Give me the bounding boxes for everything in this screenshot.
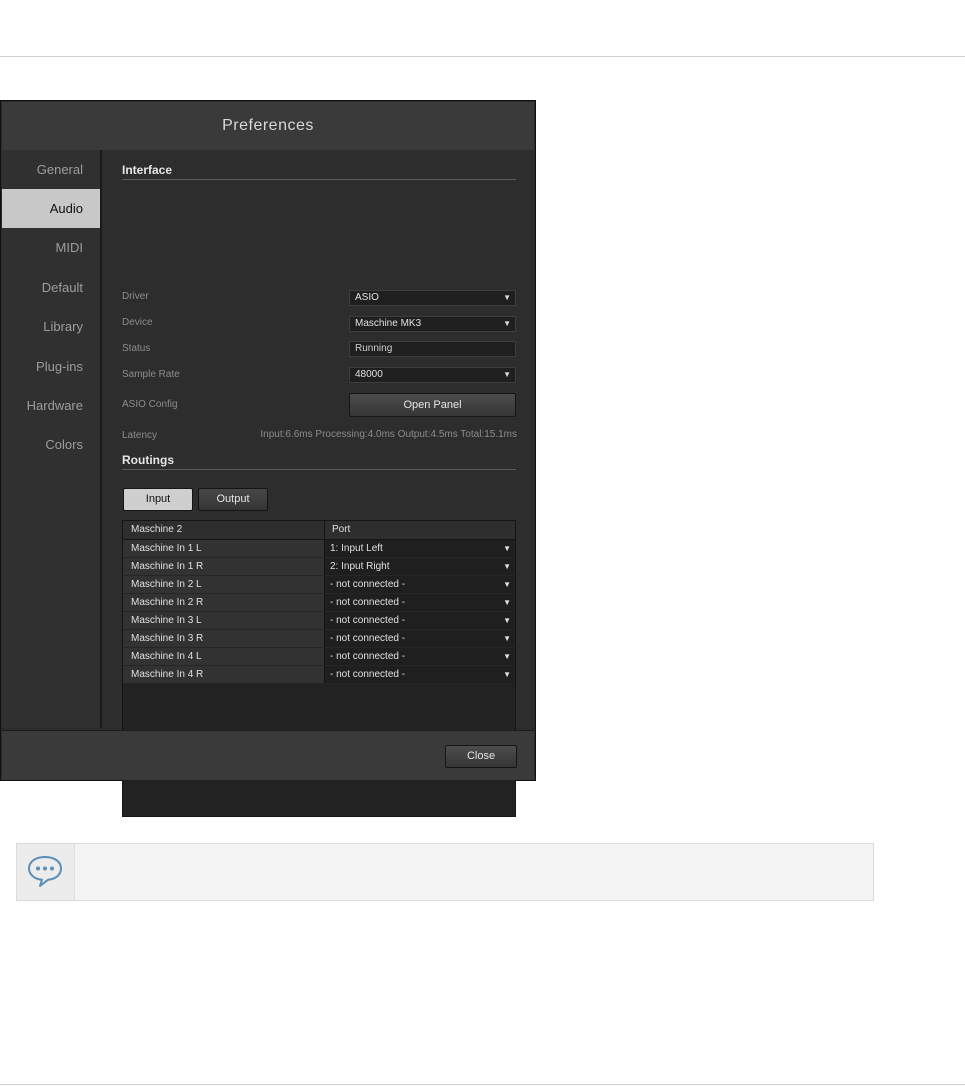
top-divider [0, 56, 965, 57]
port-value: - not connected - [330, 579, 406, 590]
dialog-footer: Close [2, 730, 534, 780]
close-button[interactable]: Close [445, 745, 517, 768]
port-value: - not connected - [330, 597, 406, 608]
chevron-down-icon: ▼ [503, 670, 511, 679]
chevron-down-icon: ▼ [503, 616, 511, 625]
sample-rate-label: Sample Rate [122, 369, 180, 380]
sidebar-item-midi[interactable]: MIDI [2, 228, 100, 267]
port-value: - not connected - [330, 633, 406, 644]
column-header-port: Port [332, 524, 351, 535]
channel-name: Maschine In 2 L [131, 579, 202, 590]
sample-rate-select[interactable]: 48000 ▼ [349, 367, 516, 383]
port-value: 2: Input Right [330, 561, 390, 572]
port-value: 1: Input Left [330, 543, 383, 554]
device-value: Maschine MK3 [355, 318, 422, 329]
chevron-down-icon: ▼ [503, 293, 511, 302]
asio-config-label: ASIO Config [122, 399, 178, 410]
table-row: Maschine In 1 L 1: Input Left ▼ [123, 540, 515, 558]
dialog-title: Preferences [222, 117, 314, 134]
table-row: Maschine In 2 R - not connected - ▼ [123, 594, 515, 612]
port-select[interactable]: 2: Input Right ▼ [324, 558, 515, 575]
sidebar-item-general[interactable]: General [2, 150, 100, 189]
port-select[interactable]: 1: Input Left ▼ [324, 540, 515, 557]
status-field: Running [349, 341, 516, 357]
port-value: - not connected - [330, 615, 406, 626]
preferences-sidebar: General Audio MIDI Default Library Plug-… [2, 150, 102, 728]
sample-rate-value: 48000 [355, 369, 383, 380]
chevron-down-icon: ▼ [503, 544, 511, 553]
port-select[interactable]: - not connected - ▼ [324, 666, 515, 683]
sidebar-item-default[interactable]: Default [2, 268, 100, 307]
device-label: Device [122, 317, 153, 328]
sidebar-item-library[interactable]: Library [2, 307, 100, 346]
latency-value: Input:6.6ms Processing:4.0ms Output:4.5m… [260, 429, 517, 440]
port-select[interactable]: - not connected - ▼ [324, 612, 515, 629]
tab-output[interactable]: Output [198, 488, 268, 511]
note-box [16, 843, 874, 901]
port-value: - not connected - [330, 651, 406, 662]
port-select[interactable]: - not connected - ▼ [324, 594, 515, 611]
open-panel-button[interactable]: Open Panel [349, 393, 516, 417]
table-row: Maschine In 2 L - not connected - ▼ [123, 576, 515, 594]
channel-name: Maschine In 1 L [131, 543, 202, 554]
column-divider [324, 521, 325, 539]
speech-bubble-icon [28, 856, 62, 887]
table-row: Maschine In 4 L - not connected - ▼ [123, 648, 515, 666]
audio-settings-panel: Interface Driver ASIO ▼ Device Maschine … [102, 150, 535, 817]
chevron-down-icon: ▼ [503, 598, 511, 607]
routings-heading: Routings [122, 453, 516, 470]
routing-table-header: Maschine 2 Port [123, 521, 515, 540]
table-row: Maschine In 3 R - not connected - ▼ [123, 630, 515, 648]
port-value: - not connected - [330, 669, 406, 680]
latency-label: Latency [122, 430, 158, 441]
channel-name: Maschine In 4 L [131, 651, 202, 662]
chevron-down-icon: ▼ [503, 580, 511, 589]
preferences-dialog: Preferences General Audio MIDI Default L… [0, 100, 536, 817]
channel-name: Maschine In 3 L [131, 615, 202, 626]
table-row: Maschine In 1 R 2: Input Right ▼ [123, 558, 515, 576]
chevron-down-icon: ▼ [503, 652, 511, 661]
note-icon-container [17, 844, 75, 900]
chevron-down-icon: ▼ [503, 319, 511, 328]
tab-input[interactable]: Input [123, 488, 193, 511]
driver-value: ASIO [355, 292, 379, 303]
chevron-down-icon: ▼ [503, 562, 511, 571]
channel-name: Maschine In 4 R [131, 669, 204, 680]
driver-label: Driver [122, 291, 149, 302]
sidebar-item-audio[interactable]: Audio [2, 189, 100, 228]
status-label: Status [122, 343, 151, 354]
dialog-titlebar: Preferences [2, 102, 534, 151]
channel-name: Maschine In 3 R [131, 633, 204, 644]
channel-name: Maschine In 2 R [131, 597, 204, 608]
channel-name: Maschine In 1 R [131, 561, 204, 572]
port-select[interactable]: - not connected - ▼ [324, 630, 515, 647]
port-select[interactable]: - not connected - ▼ [324, 576, 515, 593]
sidebar-item-plug-ins[interactable]: Plug-ins [2, 347, 100, 386]
table-row: Maschine In 3 L - not connected - ▼ [123, 612, 515, 630]
driver-select[interactable]: ASIO ▼ [349, 290, 516, 306]
sidebar-item-hardware[interactable]: Hardware [2, 386, 100, 425]
device-select[interactable]: Maschine MK3 ▼ [349, 316, 516, 332]
chevron-down-icon: ▼ [503, 634, 511, 643]
column-header-source: Maschine 2 [131, 524, 183, 535]
interface-heading: Interface [122, 163, 516, 180]
port-select[interactable]: - not connected - ▼ [324, 648, 515, 665]
sidebar-item-colors[interactable]: Colors [2, 425, 100, 464]
chevron-down-icon: ▼ [503, 370, 511, 379]
table-row: Maschine In 4 R - not connected - ▼ [123, 666, 515, 684]
bottom-divider [0, 1084, 965, 1085]
